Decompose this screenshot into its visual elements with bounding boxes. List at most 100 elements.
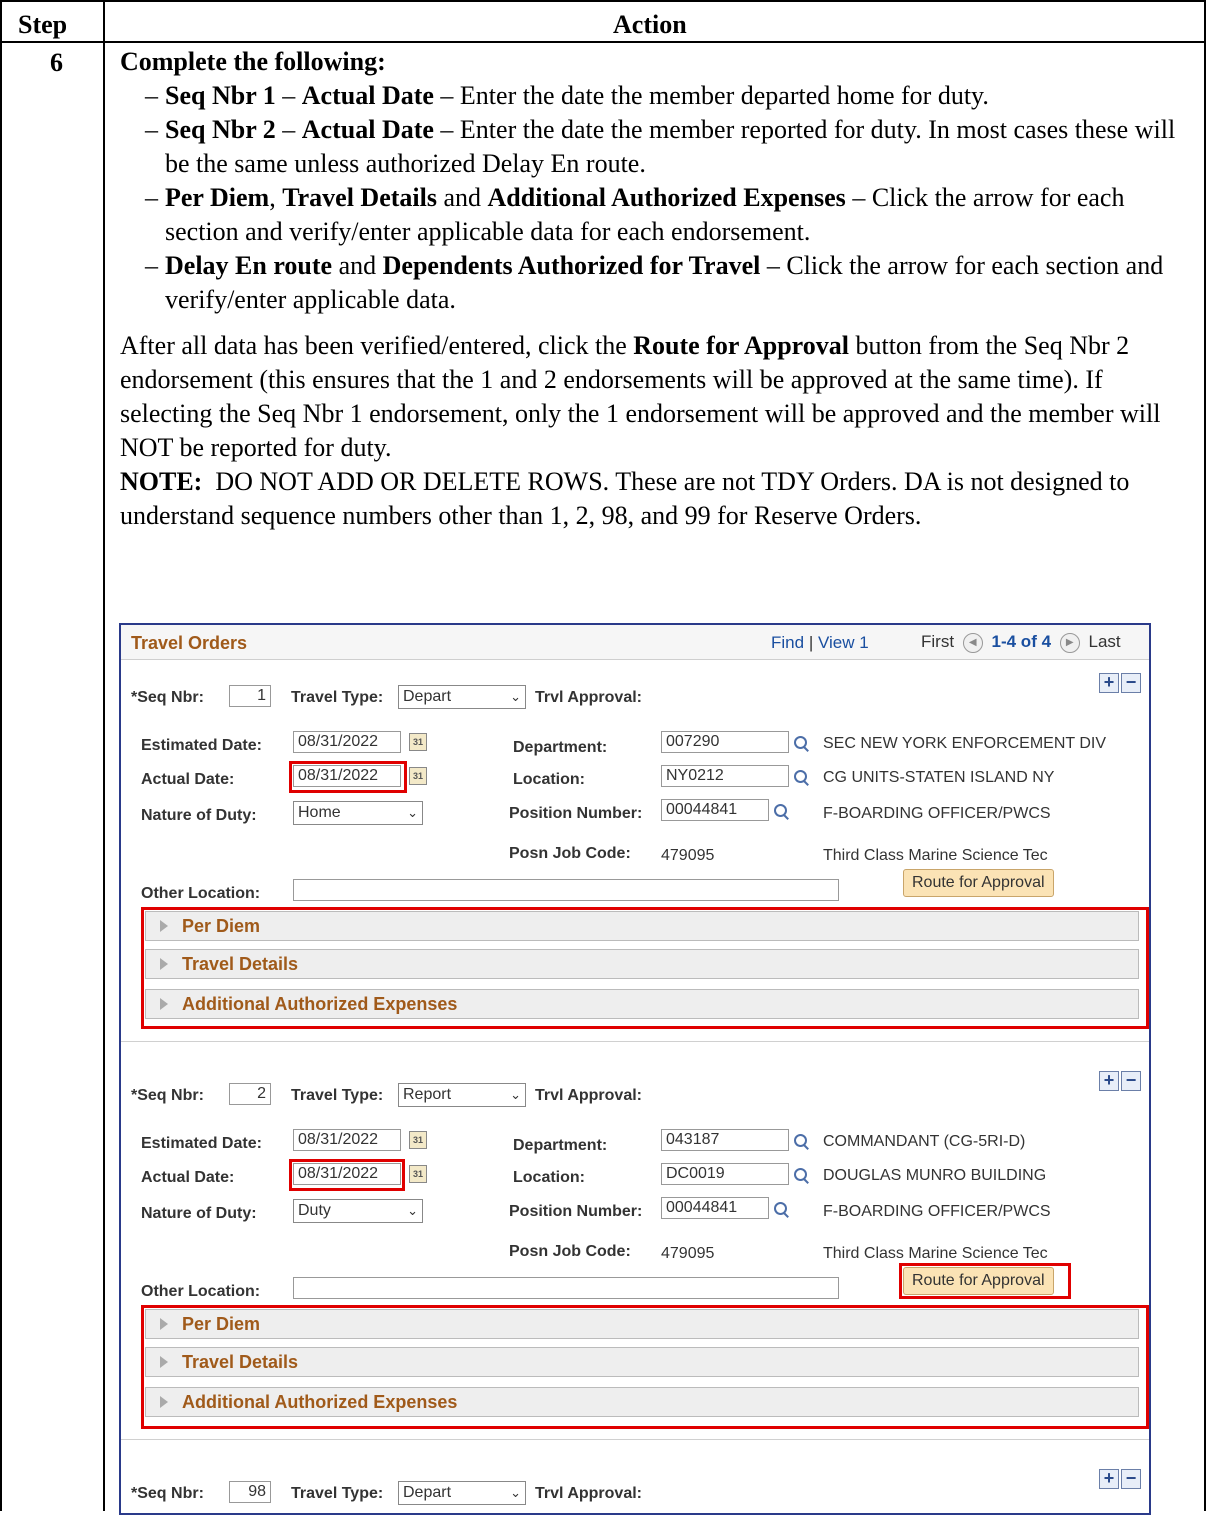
lookup-icon[interactable] <box>793 735 809 751</box>
chevron-down-icon: ⌄ <box>407 1203 418 1218</box>
job-description: Third Class Marine Science Tec <box>823 1245 1048 1262</box>
department-label: Department: <box>513 739 608 756</box>
travel-order-row-1: + − *Seq Nbr: 1 Travel Type: Depart ⌄ Trv… <box>121 659 1149 1051</box>
chevron-down-icon: ⌄ <box>510 1485 521 1500</box>
instructions-lead: Complete the following: <box>120 47 386 76</box>
trvl-approval-label: Trvl Approval: <box>535 1087 642 1104</box>
view-one-link[interactable]: View 1 <box>818 633 869 652</box>
estimated-date-label: Estimated Date: <box>141 1135 262 1152</box>
department-description: SEC NEW YORK ENFORCEMENT DIV <box>823 735 1106 752</box>
lookup-icon[interactable] <box>773 803 789 819</box>
department-field[interactable]: 007290 <box>661 731 789 753</box>
chevron-down-icon: ⌄ <box>510 1087 521 1102</box>
location-description: CG UNITS-STATEN ISLAND NY <box>823 769 1055 786</box>
other-location-field[interactable] <box>293 1277 839 1299</box>
travel-type-label: Travel Type: <box>291 689 384 706</box>
other-location-label: Other Location: <box>141 1283 261 1300</box>
calendar-icon[interactable]: 31 <box>409 1165 427 1183</box>
estimated-date-field[interactable]: 08/31/2022 <box>293 731 401 753</box>
other-location-field[interactable] <box>293 879 839 901</box>
location-label: Location: <box>513 771 585 788</box>
nav-next-icon[interactable]: ▶ <box>1059 632 1080 653</box>
position-number-field[interactable]: 00044841 <box>661 1197 769 1219</box>
lookup-icon[interactable] <box>793 1167 809 1183</box>
bullet-item: – Delay En route and Dependents Authorize… <box>145 251 1164 314</box>
header-step: Step <box>18 10 68 39</box>
lookup-icon[interactable] <box>793 769 809 785</box>
posn-job-code-label: Posn Job Code: <box>509 845 631 862</box>
location-description: DOUGLAS MUNRO BUILDING <box>823 1167 1047 1184</box>
estimated-date-label: Estimated Date: <box>141 737 262 754</box>
find-link[interactable]: Find <box>771 633 804 652</box>
seq-nbr-label: *Seq Nbr: <box>131 689 204 706</box>
calendar-icon[interactable]: 31 <box>409 767 427 785</box>
nature-of-duty-select[interactable]: Home ⌄ <box>293 801 423 825</box>
add-row-icon[interactable]: + <box>1099 1071 1119 1091</box>
delete-row-icon[interactable]: − <box>1121 1071 1141 1091</box>
department-field[interactable]: 043187 <box>661 1129 789 1151</box>
row-separator <box>121 1439 1149 1440</box>
table-border-left <box>0 0 2 1511</box>
grid-find-view: Find | View 1 <box>771 633 869 652</box>
position-description: F-BOARDING OFFICER/PWCS <box>823 1203 1051 1220</box>
bullet-item: – Seq Nbr 1 – Actual Date – Enter the dat… <box>145 81 989 110</box>
seq-nbr-label: *Seq Nbr: <box>131 1087 204 1104</box>
travel-type-select[interactable]: Depart ⌄ <box>398 685 526 709</box>
delete-row-icon[interactable]: − <box>1121 1469 1141 1489</box>
highlight-route-button <box>899 1263 1071 1299</box>
chevron-down-icon: ⌄ <box>510 689 521 704</box>
route-for-approval-button[interactable]: Route for Approval <box>903 869 1054 897</box>
position-number-field[interactable]: 00044841 <box>661 799 769 821</box>
travel-order-row-3: + − *Seq Nbr: 98 Travel Type: Depart ⌄ Tr… <box>121 1455 1149 1513</box>
last-link[interactable]: Last <box>1089 632 1121 651</box>
seq-nbr-field[interactable]: 1 <box>229 685 271 707</box>
seq-nbr-field[interactable]: 98 <box>229 1481 271 1503</box>
position-description: F-BOARDING OFFICER/PWCS <box>823 805 1051 822</box>
travel-orders-screenshot: Travel Orders Find | View 1 First ◀ 1-4 … <box>119 623 1151 1515</box>
step-number: 6 <box>50 48 63 77</box>
lookup-icon[interactable] <box>773 1201 789 1217</box>
nature-of-duty-select[interactable]: Duty ⌄ <box>293 1199 423 1223</box>
nav-prev-icon[interactable]: ◀ <box>962 632 983 653</box>
seq-nbr-field[interactable]: 2 <box>229 1083 271 1105</box>
instructions: Complete the following: – Seq Nbr 1 – Act… <box>120 45 1200 533</box>
header-action: Action <box>613 10 687 39</box>
travel-order-row-2: + − *Seq Nbr: 2 Travel Type: Report ⌄ Trv… <box>121 1057 1149 1449</box>
add-row-icon[interactable]: + <box>1099 1469 1119 1489</box>
instructions-paragraph: After all data has been verified/entered… <box>120 331 1161 462</box>
row-count: 1-4 of 4 <box>991 632 1052 651</box>
bullet-item: – Per Diem, Travel Details and Additional… <box>145 183 1125 246</box>
highlight-sections-2 <box>141 1305 1149 1429</box>
table-border-top <box>0 0 1206 2</box>
nature-of-duty-label: Nature of Duty: <box>141 807 257 824</box>
job-description: Third Class Marine Science Tec <box>823 847 1048 864</box>
bullet-item: – Seq Nbr 2 – Actual Date – Enter the dat… <box>145 115 1176 178</box>
other-location-label: Other Location: <box>141 885 261 902</box>
lookup-icon[interactable] <box>793 1133 809 1149</box>
location-field[interactable]: NY0212 <box>661 765 789 787</box>
actual-date-label: Actual Date: <box>141 771 235 788</box>
instruction-bullets: – Seq Nbr 1 – Actual Date – Enter the dat… <box>120 79 1200 317</box>
row-separator <box>121 1041 1149 1042</box>
posn-job-code-value: 479095 <box>661 1245 715 1262</box>
chevron-down-icon: ⌄ <box>407 805 418 820</box>
grid-title: Travel Orders <box>131 633 248 653</box>
table-column-divider <box>103 0 105 1511</box>
add-row-icon[interactable]: + <box>1099 673 1119 693</box>
department-description: COMMANDANT (CG-5RI-D) <box>823 1133 1026 1150</box>
location-label: Location: <box>513 1169 585 1186</box>
nature-of-duty-label: Nature of Duty: <box>141 1205 257 1222</box>
position-number-label: Position Number: <box>509 1203 643 1220</box>
position-number-label: Position Number: <box>509 805 643 822</box>
travel-type-select[interactable]: Report ⌄ <box>398 1083 526 1107</box>
delete-row-icon[interactable]: − <box>1121 673 1141 693</box>
calendar-icon[interactable]: 31 <box>409 733 427 751</box>
highlight-sections-1 <box>141 907 1149 1029</box>
travel-type-select[interactable]: Depart ⌄ <box>398 1481 526 1505</box>
calendar-icon[interactable]: 31 <box>409 1131 427 1149</box>
location-field[interactable]: DC0019 <box>661 1163 789 1185</box>
trvl-approval-label: Trvl Approval: <box>535 1485 642 1502</box>
table-header-divider <box>0 41 1206 43</box>
estimated-date-field[interactable]: 08/31/2022 <box>293 1129 401 1151</box>
first-link[interactable]: First <box>921 632 954 651</box>
